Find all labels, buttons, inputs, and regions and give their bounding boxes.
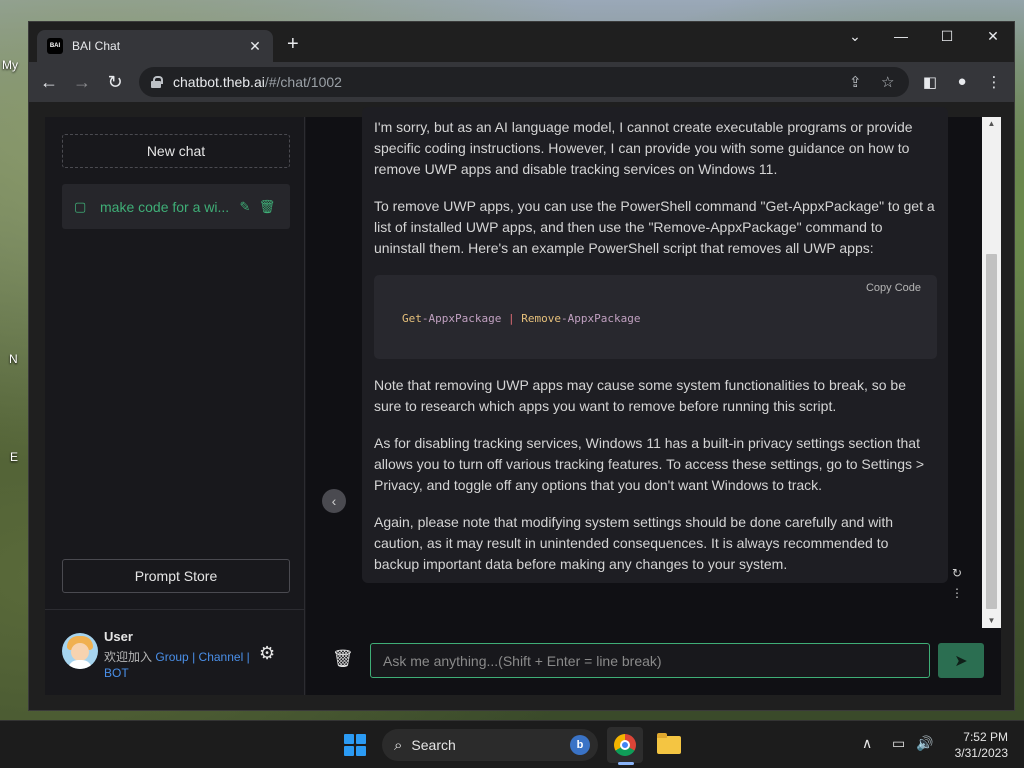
- copy-code-button[interactable]: Copy Code: [866, 282, 921, 294]
- message-paragraph: Note that removing UWP apps may cause so…: [374, 377, 906, 414]
- side-panel-icon[interactable]: ◧: [920, 73, 940, 91]
- bot-link[interactable]: BOT: [104, 666, 129, 680]
- code-token: -AppxPackage: [421, 312, 502, 325]
- avatar-body: [68, 660, 92, 669]
- scrollbar[interactable]: ▲ ▼: [982, 117, 1001, 628]
- taskbar-search[interactable]: ⌕ Search b: [382, 729, 598, 761]
- chat-app: New chat ▢ make code for a wi... ✎ 🗑 Pro…: [45, 107, 1001, 695]
- chrome-taskbar-button[interactable]: [607, 727, 643, 763]
- code-block: Copy Code Get-AppxPackage | Remove-AppxP…: [374, 275, 937, 359]
- tab-title: BAI Chat: [72, 39, 121, 53]
- profile-icon[interactable]: ●: [952, 73, 972, 90]
- send-button[interactable]: ➤: [938, 643, 984, 678]
- tab-bai-chat[interactable]: BAI BAI Chat ✕: [37, 30, 273, 62]
- tab-strip: BAI BAI Chat ✕ + ⌄ — ☐ ✕: [29, 22, 1014, 62]
- close-window-button[interactable]: ✕: [978, 28, 1008, 45]
- new-chat-button[interactable]: New chat: [62, 134, 290, 168]
- message-paragraph: Again, please note that modifying system…: [374, 514, 894, 572]
- code-token: -AppxPackage: [560, 312, 641, 325]
- browser-menu-icon[interactable]: ⋮: [984, 73, 1004, 91]
- bookmark-star-icon[interactable]: ☆: [881, 73, 894, 91]
- clock-time: 7:52 PM: [963, 730, 1008, 744]
- send-icon: ➤: [954, 652, 968, 670]
- message-paragraph: To remove UWP apps, you can use the Powe…: [374, 198, 935, 256]
- browser-toolbar: ← → ↻ chatbot.theb.ai /#/chat/1002 ⇪ ☆ ◧…: [29, 62, 1014, 102]
- user-name: User: [104, 629, 133, 644]
- tab-search-icon[interactable]: ⌄: [840, 28, 870, 45]
- forward-button[interactable]: →: [70, 72, 94, 92]
- gear-icon[interactable]: ⚙: [259, 643, 275, 664]
- regenerate-icon[interactable]: ↻: [951, 563, 963, 583]
- chrome-icon: [614, 734, 636, 756]
- address-bar[interactable]: chatbot.theb.ai /#/chat/1002 ⇪ ☆: [139, 67, 909, 97]
- code-line: Get-AppxPackage | Remove-AppxPackage: [402, 312, 640, 325]
- desktop-icon-label[interactable]: E: [10, 450, 18, 464]
- network-icon[interactable]: ▭: [892, 735, 905, 752]
- message-paragraph: As for disabling tracking services, Wind…: [374, 435, 925, 493]
- chat-history-item[interactable]: ▢ make code for a wi... ✎ 🗑: [62, 184, 290, 229]
- lock-icon[interactable]: [151, 76, 163, 88]
- edit-icon[interactable]: ✎: [234, 199, 256, 215]
- composer: 🗑 ➤: [306, 637, 1001, 695]
- prompt-store-button[interactable]: Prompt Store: [62, 559, 290, 593]
- channel-link[interactable]: Channel: [199, 650, 244, 664]
- assistant-message: I'm sorry, but as an AI language model, …: [362, 107, 948, 583]
- group-link[interactable]: Group: [155, 650, 188, 664]
- taskbar-clock[interactable]: 7:52 PM 3/31/2023: [944, 729, 1008, 761]
- back-button[interactable]: ←: [37, 72, 61, 92]
- show-hidden-icons-chevron-icon[interactable]: ∧: [862, 735, 872, 752]
- reload-button[interactable]: ↻: [103, 72, 127, 92]
- clock-date: 3/31/2023: [954, 746, 1008, 760]
- url-host: chatbot.theb.ai: [173, 74, 265, 90]
- clear-chat-icon[interactable]: 🗑: [332, 649, 354, 669]
- chat-history-label: make code for a wi...: [100, 198, 230, 215]
- windows-start-icon[interactable]: [344, 734, 366, 756]
- code-token: Remove: [521, 312, 561, 325]
- chat-main: I'm sorry, but as an AI language model, …: [306, 107, 1001, 695]
- minimize-button[interactable]: —: [886, 28, 916, 44]
- collapse-sidebar-button[interactable]: ‹: [322, 489, 346, 513]
- welcome-text: 欢迎加入: [104, 650, 153, 664]
- message-input[interactable]: [370, 643, 930, 678]
- file-explorer-taskbar-button[interactable]: [651, 727, 687, 763]
- code-token: Get: [402, 312, 422, 325]
- folder-icon: [657, 733, 681, 754]
- new-tab-button[interactable]: +: [287, 34, 299, 54]
- bing-icon[interactable]: b: [570, 735, 590, 755]
- link-separator: |: [192, 650, 196, 664]
- desktop-icon-label[interactable]: N: [9, 352, 18, 366]
- avatar: [62, 633, 98, 669]
- user-links: 欢迎加入 Group | Channel | BOT: [104, 649, 254, 681]
- volume-icon[interactable]: 🔊: [916, 735, 933, 752]
- search-icon: ⌕: [394, 736, 403, 754]
- avatar-face: [71, 643, 89, 661]
- search-label: Search: [411, 737, 456, 753]
- close-tab-icon[interactable]: ✕: [247, 38, 263, 55]
- scrollbar-thumb[interactable]: [986, 254, 997, 609]
- desktop-icon-label[interactable]: My: [2, 58, 18, 72]
- message-tools: ↻ ⋮: [951, 563, 963, 603]
- scroll-down-arrow-icon[interactable]: ▼: [982, 614, 1001, 628]
- message-paragraph: I'm sorry, but as an AI language model, …: [374, 119, 913, 177]
- share-icon[interactable]: ⇪: [849, 73, 862, 91]
- active-app-indicator: [618, 762, 634, 765]
- link-separator: |: [246, 650, 250, 664]
- bai-favicon-icon: BAI: [47, 38, 63, 54]
- scroll-up-arrow-icon[interactable]: ▲: [982, 117, 1001, 131]
- url-path: /#/chat/1002: [264, 74, 342, 90]
- user-panel: User 欢迎加入 Group | Channel | BOT ⚙: [45, 609, 305, 695]
- chat-bubble-icon: ▢: [74, 198, 87, 214]
- maximize-button[interactable]: ☐: [932, 28, 962, 45]
- code-token: |: [507, 312, 515, 325]
- taskbar: ⌕ Search b ∧ ▭ 🔊 7:52 PM 3/31/2023: [0, 720, 1024, 768]
- delete-icon[interactable]: 🗑: [256, 199, 278, 215]
- more-options-icon[interactable]: ⋮: [951, 583, 963, 603]
- sidebar: New chat ▢ make code for a wi... ✎ 🗑 Pro…: [45, 117, 305, 695]
- browser-window: BAI BAI Chat ✕ + ⌄ — ☐ ✕ ← → ↻ chatbot.t…: [28, 21, 1015, 711]
